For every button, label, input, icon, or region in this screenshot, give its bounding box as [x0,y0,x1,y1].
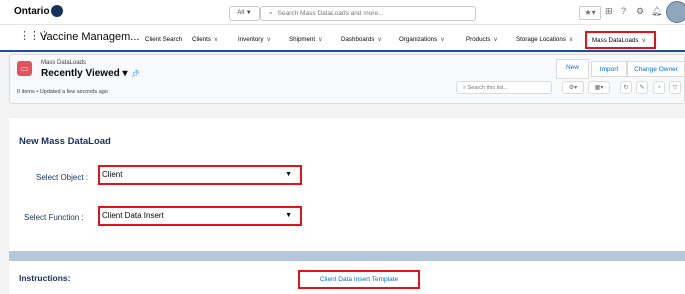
select-object-label: Select Object : [36,173,89,182]
filter-icon[interactable]: ▽ [669,81,681,94]
client-data-insert-template-link[interactable]: Client Data Insert Template [298,270,420,289]
chevron-down-icon: ∨ [213,37,219,43]
nav-item-storage-locations[interactable]: Storage Locations ∨ [516,36,573,43]
help-icon[interactable]: ? [621,6,626,16]
import-button[interactable]: Import [591,61,627,77]
ontario-logo[interactable]: Ontario [14,6,50,17]
panel-title: New Mass DataLoad [19,136,111,147]
setup-gear-icon[interactable]: ⚙ [636,6,644,17]
instructions-label: Instructions: [19,273,71,283]
chevron-down-icon: ∨ [568,37,574,43]
chevron-down-icon: ∨ [377,37,382,43]
chevron-down-icon: ∨ [318,37,323,43]
chevron-down-icon: ▼ [285,171,292,178]
chevron-down-icon: ∨ [266,37,271,43]
list-view-selector[interactable]: Recently Viewed ▾ [41,68,128,79]
global-search-placeholder: Search Mass DataLoads and more... [277,10,384,17]
chevron-down-icon: ▼ [285,212,292,219]
nav-item-organizations[interactable]: Organizations ∨ [399,36,445,43]
chevron-down-icon: ∨ [493,37,498,43]
list-meta-status: 0 items • Updated a few seconds ago [17,89,108,95]
nav-item-clients[interactable]: Clients ∨ [192,36,218,43]
search-scope-dropdown[interactable]: All ▼ [229,6,260,21]
nav-item-client-search[interactable]: Client Search [145,36,182,43]
ontario-trillium-icon [51,5,63,17]
select-object-dropdown[interactable]: Client ▼ [98,165,302,185]
chevron-down-icon: ∨ [641,38,646,44]
user-avatar[interactable] [666,1,685,23]
search-icon: ⌕ [269,10,273,17]
select-function-dropdown[interactable]: Client Data Insert ▼ [98,206,302,226]
favorites-icon[interactable]: ★▾ [579,6,601,20]
display-as-table-icon[interactable]: ▦▾ [588,81,610,94]
chart-icon[interactable]: ◔ [653,81,665,94]
select-function-value: Client Data Insert [102,211,164,220]
object-label: Mass DataLoads [41,60,87,66]
nav-item-mass-dataloads[interactable]: Mass DataLoads ∨ [585,31,656,49]
section-divider [9,251,685,261]
chevron-down-icon: ∨ [440,37,445,43]
change-owner-button[interactable]: Change Owner [627,61,685,77]
edit-pencil-icon[interactable]: ✎ [636,81,648,94]
new-button[interactable]: New [556,59,589,79]
nav-item-dashboards[interactable]: Dashboards ∨ [341,36,382,43]
nav-item-products[interactable]: Products ∨ [466,36,498,43]
mass-dataload-object-icon: ▭ [17,61,32,76]
global-search-input[interactable]: ⌕ Search Mass DataLoads and more... [260,6,476,21]
notifications-bell-icon[interactable]: 🔔︎ [651,6,662,17]
select-function-label: Select Function : [24,213,84,222]
pin-icon[interactable]: 📌︎ [131,70,140,78]
app-name: Vaccine Managem... [40,31,140,43]
list-settings-gear-icon[interactable]: ⚙▾ [562,81,584,94]
list-search-input[interactable]: ⌕ Search this list... [456,81,552,94]
select-object-value: Client [102,170,123,179]
nav-item-shipment[interactable]: Shipment ∨ [289,36,323,43]
refresh-icon[interactable]: ↻ [620,81,632,94]
add-icon[interactable]: ⊞ [605,6,613,17]
nav-item-inventory[interactable]: Inventory ∨ [238,36,271,43]
